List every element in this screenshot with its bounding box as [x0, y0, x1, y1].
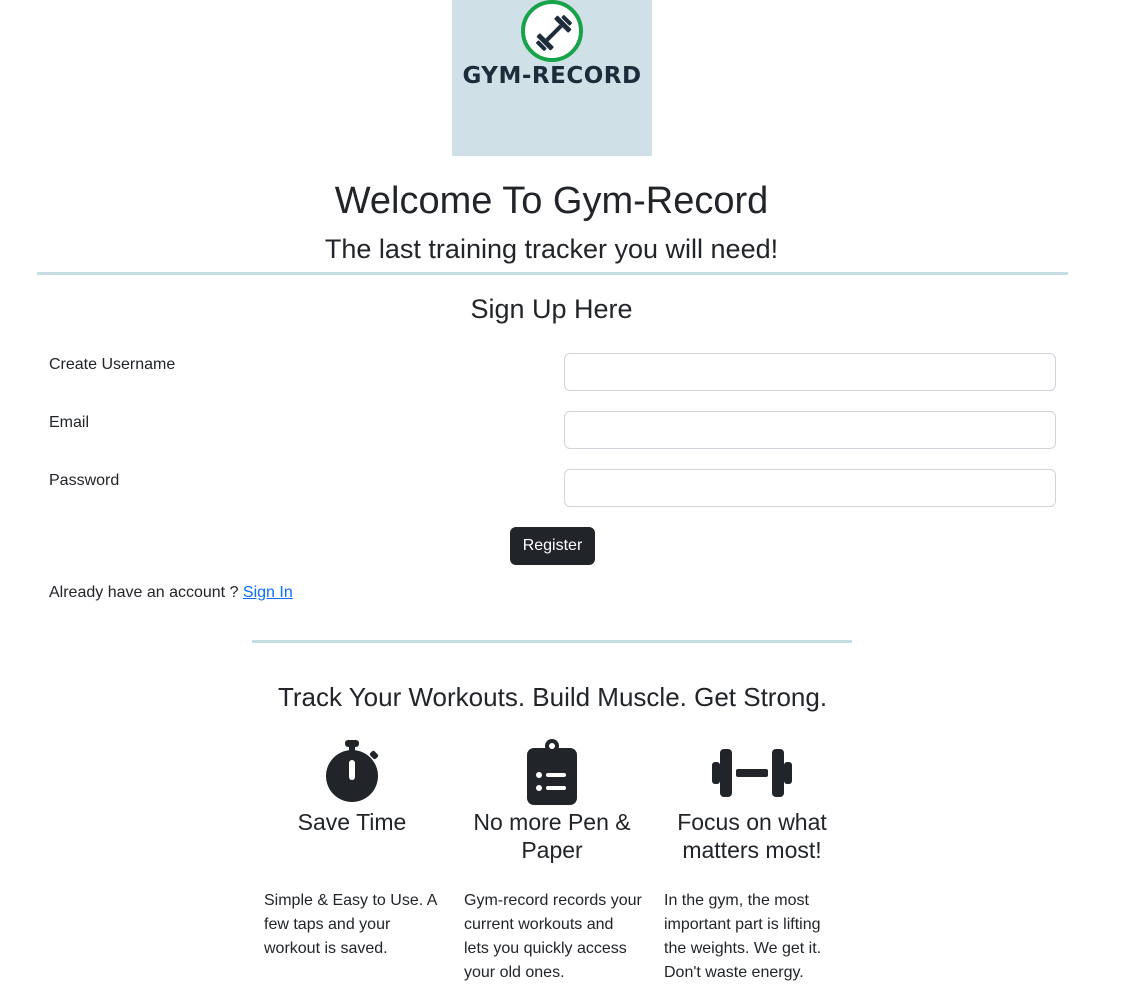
feature-title: Save Time: [297, 809, 407, 835]
clipboard-list-icon: [527, 739, 577, 805]
track-heading: Track Your Workouts. Build Muscle. Get S…: [277, 682, 828, 712]
signin-row: Already have an account ? Sign In: [49, 582, 293, 604]
feature-text: Simple & Easy to Use. A few taps and you…: [264, 892, 437, 957]
signup-title: Sign Up Here: [470, 294, 633, 324]
email-label: Email: [49, 414, 90, 431]
feature-title: No more Pen & Paper: [473, 809, 631, 863]
username-label: Create Username: [49, 356, 176, 373]
password-label: Password: [49, 472, 120, 489]
dumbbell-logo-icon: [521, 0, 583, 62]
register-button[interactable]: Register: [510, 527, 595, 565]
email-input[interactable]: [564, 411, 1056, 449]
tagline: The last training tracker you will need!: [324, 234, 779, 264]
feature-card: No more Pen & Paper Gym-record records y…: [464, 738, 642, 981]
feature-text: In the gym, the most important part is l…: [664, 892, 822, 981]
divider: [37, 272, 1068, 275]
password-input[interactable]: [564, 469, 1056, 507]
welcome-heading: Welcome To Gym-Record: [334, 180, 769, 222]
feature-card: Save Time Simple & Easy to Use. A few ta…: [264, 738, 440, 957]
username-input[interactable]: [564, 353, 1056, 391]
stopwatch-icon: [326, 740, 379, 802]
feature-card: Focus on what matters most! In the gym, …: [664, 738, 840, 981]
divider: [252, 640, 852, 643]
feature-text: Gym-record records your current workouts…: [464, 892, 642, 981]
signin-prompt: Already have an account ?: [49, 584, 239, 601]
logo-text: GYM-RECORD: [462, 63, 642, 89]
feature-title: Focus on what matters most!: [677, 809, 827, 863]
dumbbell-icon: [712, 749, 792, 797]
logo: GYM-RECORD: [452, 0, 652, 156]
signin-link[interactable]: Sign In: [243, 584, 293, 601]
